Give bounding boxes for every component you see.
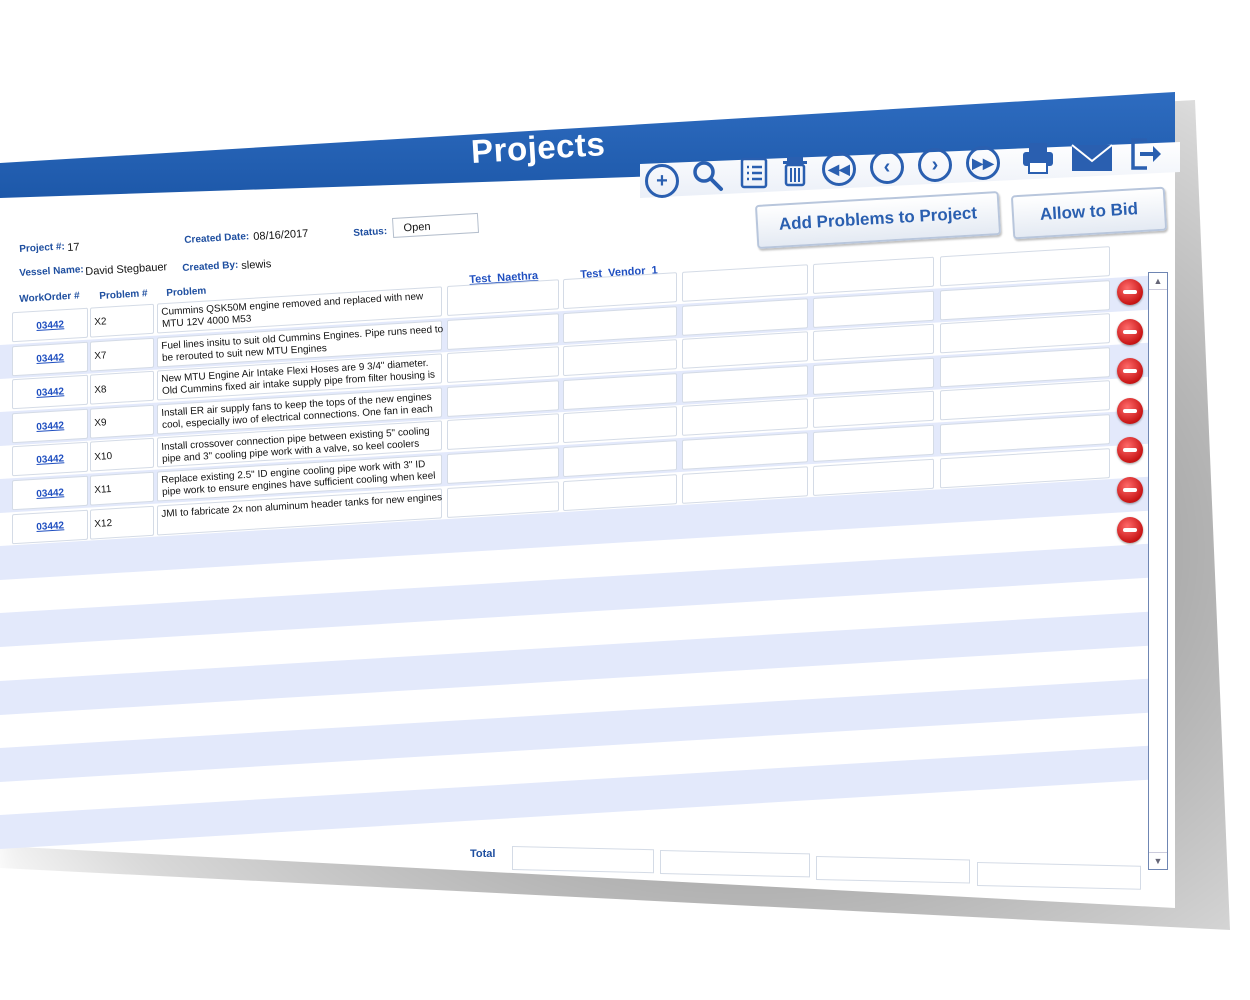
bid-cell[interactable] xyxy=(813,256,934,294)
delete-row-icon[interactable] xyxy=(1117,477,1143,503)
bid-cell[interactable] xyxy=(563,305,677,343)
workorder-link[interactable]: 03442 xyxy=(36,487,64,500)
scroll-up-icon[interactable]: ▲ xyxy=(1149,273,1167,290)
bid-cell[interactable] xyxy=(447,279,559,317)
workorder-link[interactable]: 03442 xyxy=(36,319,64,332)
delete-row-icon[interactable] xyxy=(1117,516,1143,543)
problem-number: X9 xyxy=(94,417,107,430)
workorder-link[interactable]: 03442 xyxy=(36,454,64,467)
problem-number: X11 xyxy=(94,484,112,497)
workorder-link[interactable]: 03442 xyxy=(36,353,64,366)
bid-cell[interactable] xyxy=(563,339,677,377)
problem-number: X2 xyxy=(94,316,107,329)
bid-cell[interactable] xyxy=(682,264,808,302)
total-cell-2 xyxy=(660,850,810,878)
bid-cell[interactable] xyxy=(563,272,677,310)
problem-number: X8 xyxy=(94,383,107,396)
problem-number: X12 xyxy=(94,517,113,530)
bid-cell[interactable] xyxy=(563,473,677,511)
bid-cell[interactable] xyxy=(447,413,559,451)
bid-cell[interactable] xyxy=(813,424,934,462)
bid-cell[interactable] xyxy=(563,406,677,444)
bid-cell[interactable] xyxy=(447,480,559,518)
total-cell-4 xyxy=(977,862,1141,890)
total-cell-1 xyxy=(512,846,654,874)
workorder-link[interactable]: 03442 xyxy=(36,420,64,433)
screen: Projects + ◀◀ ‹ › ▶▶ Add Problems to Pro… xyxy=(0,0,1250,1000)
total-cell-3 xyxy=(816,856,970,884)
workorder-link[interactable]: 03442 xyxy=(36,521,64,534)
problem-number: X7 xyxy=(94,350,107,362)
bid-cell[interactable] xyxy=(813,323,934,362)
bid-cell[interactable] xyxy=(682,465,808,504)
bid-cell[interactable] xyxy=(813,458,934,496)
problem-number: X10 xyxy=(94,450,113,463)
bid-cell[interactable] xyxy=(682,432,808,470)
bid-cell[interactable] xyxy=(447,447,559,485)
bid-cell[interactable] xyxy=(447,312,559,350)
scroll-down-icon[interactable]: ▼ xyxy=(1149,852,1167,869)
bid-cell[interactable] xyxy=(447,346,559,384)
workorder-link[interactable]: 03442 xyxy=(36,386,64,399)
vertical-scrollbar[interactable]: ▲ ▼ xyxy=(1148,272,1168,870)
bid-cell[interactable] xyxy=(563,440,677,478)
total-label: Total xyxy=(470,848,496,860)
